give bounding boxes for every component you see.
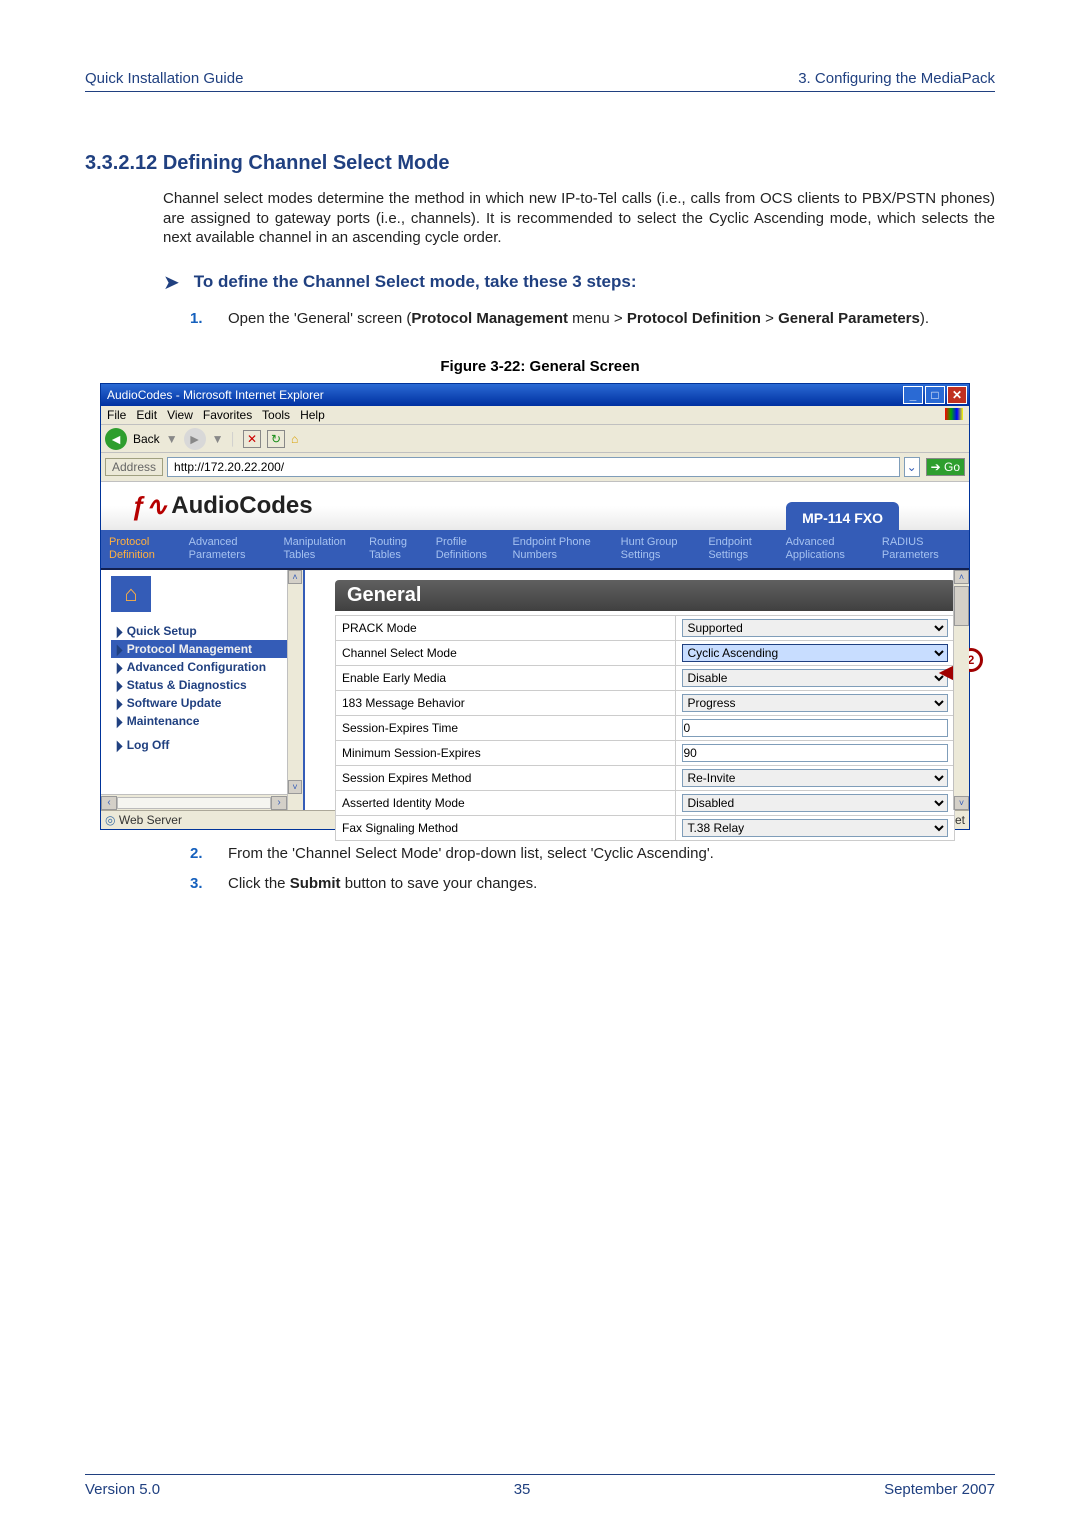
session-expires-time-input[interactable] bbox=[682, 719, 948, 737]
sidebar-item-advanced-configuration[interactable]: Advanced Configuration bbox=[111, 658, 303, 676]
main-scroll-thumb[interactable] bbox=[954, 586, 969, 626]
back-button[interactable]: ◄ bbox=[105, 428, 127, 450]
ie-window: AudioCodes - Microsoft Internet Explorer… bbox=[100, 383, 970, 830]
figure-caption: Figure 3-22: General Screen bbox=[85, 358, 995, 375]
183-behavior-select[interactable]: Progress bbox=[682, 694, 948, 712]
step-2-text: From the 'Channel Select Mode' drop-down… bbox=[228, 844, 995, 864]
status-left: ◎ Web Server bbox=[105, 813, 182, 827]
hscroll-track[interactable] bbox=[117, 797, 271, 809]
step-1-text: Open the 'General' screen (Protocol Mana… bbox=[228, 309, 995, 329]
sidebar-item-maintenance[interactable]: Maintenance bbox=[111, 712, 303, 730]
procedure-title: To define the Channel Select mode, take … bbox=[194, 272, 637, 292]
sidebar-item-status-diagnostics[interactable]: Status & Diagnostics bbox=[111, 676, 303, 694]
address-dropdown-button[interactable]: ⌄ bbox=[904, 457, 920, 477]
minimum-session-expires-input[interactable] bbox=[682, 744, 948, 762]
procedure-arrow-icon: ➤ bbox=[163, 270, 180, 295]
scroll-up-icon[interactable]: ˄ bbox=[288, 570, 302, 584]
channel-select-mode-select[interactable]: Cyclic Ascending bbox=[682, 644, 948, 662]
app-logo: ƒ∿ AudioCodes bbox=[131, 491, 313, 522]
section-intro: Channel select modes determine the metho… bbox=[163, 189, 995, 248]
asserted-identity-mode-select[interactable]: Disabled bbox=[682, 794, 948, 812]
session-expires-method-select[interactable]: Re-Invite bbox=[682, 769, 948, 787]
page-header-left: Quick Installation Guide bbox=[85, 70, 243, 87]
page-header-right: 3. Configuring the MediaPack bbox=[798, 70, 995, 87]
home-toolbar-icon[interactable]: ⌂ bbox=[291, 432, 298, 446]
step-number-2: 2. bbox=[190, 844, 210, 864]
ie-logo-icon bbox=[945, 408, 963, 420]
sidebar-item-software-update[interactable]: Software Update bbox=[111, 694, 303, 712]
ie-menubar-items[interactable]: File Edit View Favorites Tools Help bbox=[107, 408, 325, 422]
main-scroll-down-icon[interactable]: ˅ bbox=[954, 796, 969, 810]
back-label: Back bbox=[133, 432, 160, 446]
stop-button[interactable]: ✕ bbox=[243, 430, 261, 448]
step-number-1: 1. bbox=[190, 309, 210, 329]
general-table: PRACK ModeSupported Channel Select ModeC… bbox=[335, 615, 955, 841]
window-close-button[interactable]: ✕ bbox=[947, 386, 967, 404]
sidebar-item-protocol-management[interactable]: Protocol Management bbox=[111, 640, 303, 658]
sidebar: ⌂ Quick Setup Protocol Management Advanc… bbox=[101, 570, 305, 810]
product-label: MP-114 FXO bbox=[786, 502, 899, 534]
sidebar-scrollbar[interactable]: ˄ ˅ bbox=[287, 570, 303, 810]
scroll-down-icon[interactable]: ˅ bbox=[288, 780, 302, 794]
logo-swoosh-icon: ƒ∿ bbox=[131, 491, 167, 522]
sidebar-logoff[interactable]: Log Off bbox=[107, 736, 303, 754]
footer-page-number: 35 bbox=[514, 1481, 531, 1498]
refresh-button[interactable]: ↻ bbox=[267, 430, 285, 448]
window-minimize-button[interactable]: _ bbox=[903, 386, 923, 404]
enable-early-media-select[interactable]: Disable bbox=[682, 669, 948, 687]
home-icon[interactable]: ⌂ bbox=[111, 576, 151, 612]
sidebar-item-quick-setup[interactable]: Quick Setup bbox=[111, 622, 303, 640]
app-tabs[interactable]: Protocol Definition Advanced Parameters … bbox=[101, 530, 969, 570]
prack-mode-select[interactable]: Supported bbox=[682, 619, 948, 637]
main-panel: General PRACK ModeSupported Channel Sele… bbox=[305, 570, 969, 810]
forward-button[interactable]: ► bbox=[184, 428, 206, 450]
hscroll-left-button[interactable]: ‹ bbox=[101, 796, 117, 810]
main-title: General bbox=[335, 580, 955, 611]
address-input[interactable] bbox=[167, 457, 900, 477]
section-heading: 3.3.2.12 Defining Channel Select Mode bbox=[85, 152, 995, 175]
hscroll-right-button[interactable]: › bbox=[271, 796, 287, 810]
fax-signaling-method-select[interactable]: T.38 Relay bbox=[682, 819, 948, 837]
address-label: Address bbox=[105, 458, 163, 476]
footer-version: Version 5.0 bbox=[85, 1481, 160, 1498]
go-button[interactable]: ➔ Go bbox=[926, 458, 965, 476]
step-number-3: 3. bbox=[190, 874, 210, 894]
step-3-text: Click the Submit button to save your cha… bbox=[228, 874, 995, 894]
window-title: AudioCodes - Microsoft Internet Explorer bbox=[107, 388, 324, 402]
footer-date: September 2007 bbox=[884, 1481, 995, 1498]
main-scroll-up-icon[interactable]: ˄ bbox=[954, 570, 969, 584]
main-scrollbar[interactable]: ˄ ˅ bbox=[953, 570, 969, 810]
window-maximize-button[interactable]: □ bbox=[925, 386, 945, 404]
